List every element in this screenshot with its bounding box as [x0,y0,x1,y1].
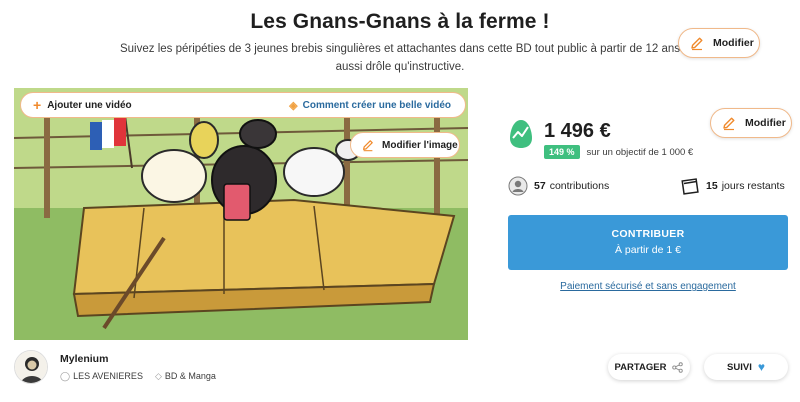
video-bar: + Ajouter une vidéo ◈ Comment créer une … [20,92,466,118]
sheep-illustration [14,88,468,340]
location-label: LES AVENIERES [73,371,143,381]
author-block: Mylenium ◯ LES AVENIERES ◇ BD & Manga [14,350,228,384]
edit-funding-label: Modifier [745,117,786,129]
avatar[interactable] [14,350,48,384]
contribute-label: CONTRIBUER [611,228,685,240]
edit-funding-button[interactable]: Modifier [710,108,792,138]
page-subtitle: Suivez les péripéties de 3 jeunes brebis… [119,43,680,73]
contributors-icon [508,176,528,196]
pencil-icon [723,117,735,131]
calendar-icon [681,178,699,195]
share-label: PARTAGER [614,361,667,373]
egg-chart-icon [510,120,532,148]
contribute-button[interactable]: CONTRIBUER À partir de 1 € [508,215,788,270]
funding-goal-text: sur un objectif de 1 000 € [586,146,694,158]
contributions-stat: 57 contributions [508,176,609,196]
video-help-label: Comment créer une belle vidéo [302,99,451,111]
edit-image-label: Modifier l'image [382,139,458,151]
follow-label: SUIVI [727,361,752,373]
plus-icon: + [33,97,42,113]
funding-percent-badge: 149 % [544,145,580,159]
author-location: ◯ LES AVENIERES [60,371,143,382]
contributions-count: 57 [534,180,546,192]
follow-button[interactable]: SUIVI ♥ [704,354,788,380]
edit-header-label: Modifier [713,37,754,49]
add-video-button[interactable]: + Ajouter une vidéo [33,97,132,113]
page-title: Les Gnans-Gnans à la ferme ! [250,10,550,33]
author-name[interactable]: Mylenium [60,353,228,365]
days-label: jours restants [721,180,785,192]
share-button[interactable]: PARTAGER [608,354,690,380]
project-image: + Ajouter une vidéo ◈ Comment créer une … [14,88,468,340]
contributions-label: contributions [549,180,610,192]
lightbulb-icon: ◈ [289,99,298,112]
video-help-link[interactable]: ◈ Comment créer une belle vidéo [289,99,451,112]
funding-progress: 149 % sur un objectif de 1 000 € [544,145,693,159]
share-icon [672,361,684,373]
tag-icon: ◇ [154,370,162,381]
funding-amount: 1 496 € [544,120,611,142]
pencil-icon [691,37,703,51]
heart-icon: ♥ [757,360,765,374]
edit-header-button[interactable]: Modifier [678,28,760,58]
contribute-sublabel: À partir de 1 € [615,244,681,256]
edit-image-button[interactable]: Modifier l'image [350,132,460,158]
category-label: BD & Manga [164,371,216,381]
days-count: 15 [706,180,718,192]
days-remaining-stat: 15 jours restants [680,176,785,196]
location-pin-icon: ◯ [60,370,71,381]
add-video-label: Ajouter une vidéo [47,99,132,111]
secure-payment-link[interactable]: Paiement sécurisé et sans engagement [508,281,788,292]
project-category[interactable]: ◇ BD & Manga [155,371,216,382]
pencil-icon [363,140,373,152]
